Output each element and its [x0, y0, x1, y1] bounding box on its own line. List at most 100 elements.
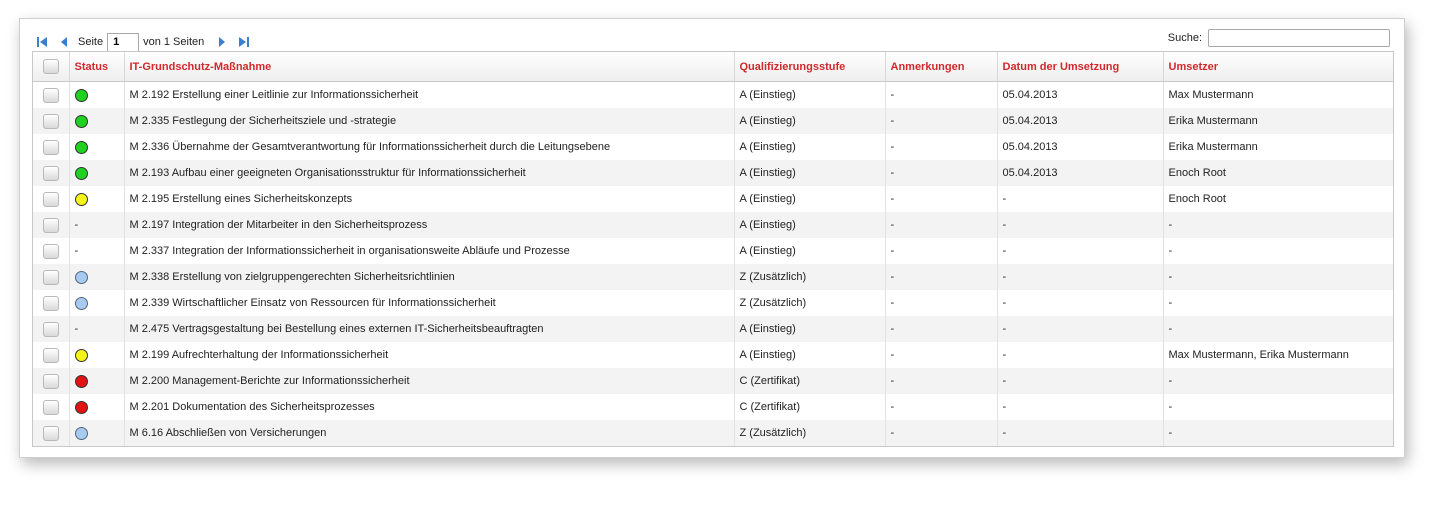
datum-cell: 05.04.2013 — [997, 134, 1164, 160]
row-checkbox[interactable] — [42, 347, 59, 363]
search-label: Suche: — [1167, 32, 1202, 44]
row-checkbox[interactable] — [42, 165, 59, 181]
table-row[interactable]: M 2.195 Erstellung eines Sicherheitskonz… — [33, 186, 1393, 212]
massnahme-cell: M 2.199 Aufrechterhaltung der Informatio… — [124, 342, 735, 368]
next-page-icon[interactable] — [214, 34, 230, 50]
status-cell: - — [69, 238, 125, 264]
row-checkbox[interactable] — [42, 87, 59, 103]
measures-table: Status IT-Grundschutz-Maßnahme Qualifizi… — [32, 51, 1394, 447]
stufe-cell: A (Einstieg) — [734, 316, 886, 342]
first-page-icon[interactable] — [34, 34, 50, 50]
anmerkungen-cell: - — [885, 160, 998, 186]
stufe-cell: A (Einstieg) — [734, 186, 886, 212]
row-checkbox[interactable] — [42, 139, 59, 155]
anmerkungen-cell: - — [885, 342, 998, 368]
column-header-massnahme[interactable]: IT-Grundschutz-Maßnahme — [124, 52, 735, 82]
anmerkungen-cell: - — [885, 420, 998, 446]
massnahme-cell: M 2.339 Wirtschaftlicher Einsatz von Res… — [124, 290, 735, 316]
row-select-cell — [33, 368, 70, 394]
status-cell — [69, 160, 125, 186]
stufe-cell: A (Einstieg) — [734, 160, 886, 186]
datum-cell: - — [997, 420, 1164, 446]
select-all-checkbox[interactable] — [42, 59, 59, 74]
search-input[interactable] — [1208, 29, 1390, 47]
stufe-cell: A (Einstieg) — [734, 238, 886, 264]
status-cell — [69, 420, 125, 446]
umsetzer-cell: - — [1163, 264, 1393, 290]
table-row[interactable]: M 2.338 Erstellung von zielgruppengerech… — [33, 264, 1393, 290]
status-cell — [69, 394, 125, 420]
row-checkbox[interactable] — [42, 425, 59, 441]
row-select-cell — [33, 212, 70, 238]
row-select-cell — [33, 134, 70, 160]
row-select-cell — [33, 108, 70, 134]
row-checkbox[interactable] — [42, 217, 59, 233]
umsetzer-cell: - — [1163, 420, 1393, 446]
datum-cell: - — [997, 238, 1164, 264]
row-checkbox[interactable] — [42, 373, 59, 389]
column-header-umsetzer[interactable]: Umsetzer — [1163, 52, 1393, 82]
column-header-stufe[interactable]: Qualifizierungsstufe — [734, 52, 886, 82]
row-checkbox[interactable] — [42, 243, 59, 259]
status-cell — [69, 290, 125, 316]
umsetzer-cell: - — [1168, 297, 1173, 309]
table-row[interactable]: M 2.335 Festlegung der Sicherheitsziele … — [33, 108, 1393, 134]
umsetzer-cell: - — [1163, 316, 1393, 342]
anmerkungen-cell: - — [885, 368, 998, 394]
stufe-cell: A (Einstieg) — [734, 81, 886, 108]
massnahme-cell: M 2.338 Erstellung von zielgruppengerech… — [124, 264, 735, 290]
status-cell — [69, 264, 125, 290]
status-green-dot-icon — [74, 88, 88, 102]
anmerkungen-cell: - — [885, 108, 998, 134]
row-select-cell — [33, 420, 70, 446]
status-red-dot-icon — [74, 374, 88, 388]
row-select-cell — [33, 394, 70, 420]
row-checkbox[interactable] — [42, 295, 59, 311]
row-select-cell — [33, 316, 70, 342]
status-blue-dot-icon — [74, 426, 88, 440]
datum-cell: - — [997, 290, 1164, 316]
status-green-dot-icon — [74, 140, 88, 154]
status-yellow-dot-icon — [74, 348, 88, 362]
row-checkbox[interactable] — [42, 269, 59, 285]
status-cell — [69, 81, 125, 108]
grid-panel: Seite von 1 Seiten Suche: Status IT-Grun… — [19, 18, 1405, 458]
last-page-icon[interactable] — [236, 34, 252, 50]
previous-page-icon[interactable] — [56, 34, 72, 50]
anmerkungen-cell: - — [885, 212, 998, 238]
table-row[interactable]: - M 2.475 Vertragsgestaltung bei Bestellu… — [33, 316, 1393, 342]
row-checkbox[interactable] — [42, 321, 59, 337]
massnahme-cell: M 6.16 Abschließen von Versicherungen — [124, 420, 735, 446]
status-red-dot-icon — [74, 400, 88, 414]
table-row[interactable]: - M 2.337 Integration der Informationssic… — [33, 238, 1393, 264]
table-header-row: Status IT-Grundschutz-Maßnahme Qualifizi… — [33, 52, 1393, 82]
column-header-status[interactable]: Status — [69, 52, 125, 82]
massnahme-cell: M 2.336 Übernahme der Gesamtverantwortun… — [124, 134, 735, 160]
status-blue-dot-icon — [74, 270, 88, 284]
row-select-cell — [33, 264, 70, 290]
table-row[interactable]: M 2.200 Management-Berichte zur Informat… — [33, 368, 1393, 394]
umsetzer-cell: - — [1163, 368, 1393, 394]
page-number-input[interactable] — [107, 32, 140, 52]
row-checkbox[interactable] — [42, 113, 59, 129]
status-cell: - — [69, 316, 125, 342]
anmerkungen-cell: - — [885, 134, 998, 160]
umsetzer-cell: - — [1168, 401, 1173, 413]
row-checkbox[interactable] — [42, 399, 59, 415]
column-header-datum[interactable]: Datum der Umsetzung — [997, 52, 1164, 82]
table-row[interactable]: M 2.339 Wirtschaftlicher Einsatz von Res… — [33, 290, 1393, 316]
row-select-cell — [33, 238, 70, 264]
table-row[interactable]: - M 2.197 Integration der Mitarbeiter in … — [33, 212, 1393, 238]
status-text: - — [74, 245, 79, 257]
pager-toolbar: Seite von 1 Seiten — [34, 31, 252, 53]
table-row[interactable]: M 2.336 Übernahme der Gesamtverantwortun… — [33, 134, 1393, 160]
row-checkbox[interactable] — [42, 191, 59, 207]
table-row[interactable]: M 2.193 Aufbau einer geeigneten Organisa… — [33, 160, 1393, 186]
status-cell — [69, 134, 125, 160]
table-row[interactable]: M 2.199 Aufrechterhaltung der Informatio… — [33, 342, 1393, 368]
datum-cell: - — [997, 264, 1164, 290]
table-row[interactable]: M 2.201 Dokumentation des Sicherheitspro… — [33, 394, 1393, 420]
table-row[interactable]: M 6.16 Abschließen von Versicherungen Z (… — [33, 420, 1393, 446]
table-row[interactable]: M 2.192 Erstellung einer Leitlinie zur I… — [33, 81, 1393, 108]
column-header-anmerkungen[interactable]: Anmerkungen — [885, 52, 998, 82]
